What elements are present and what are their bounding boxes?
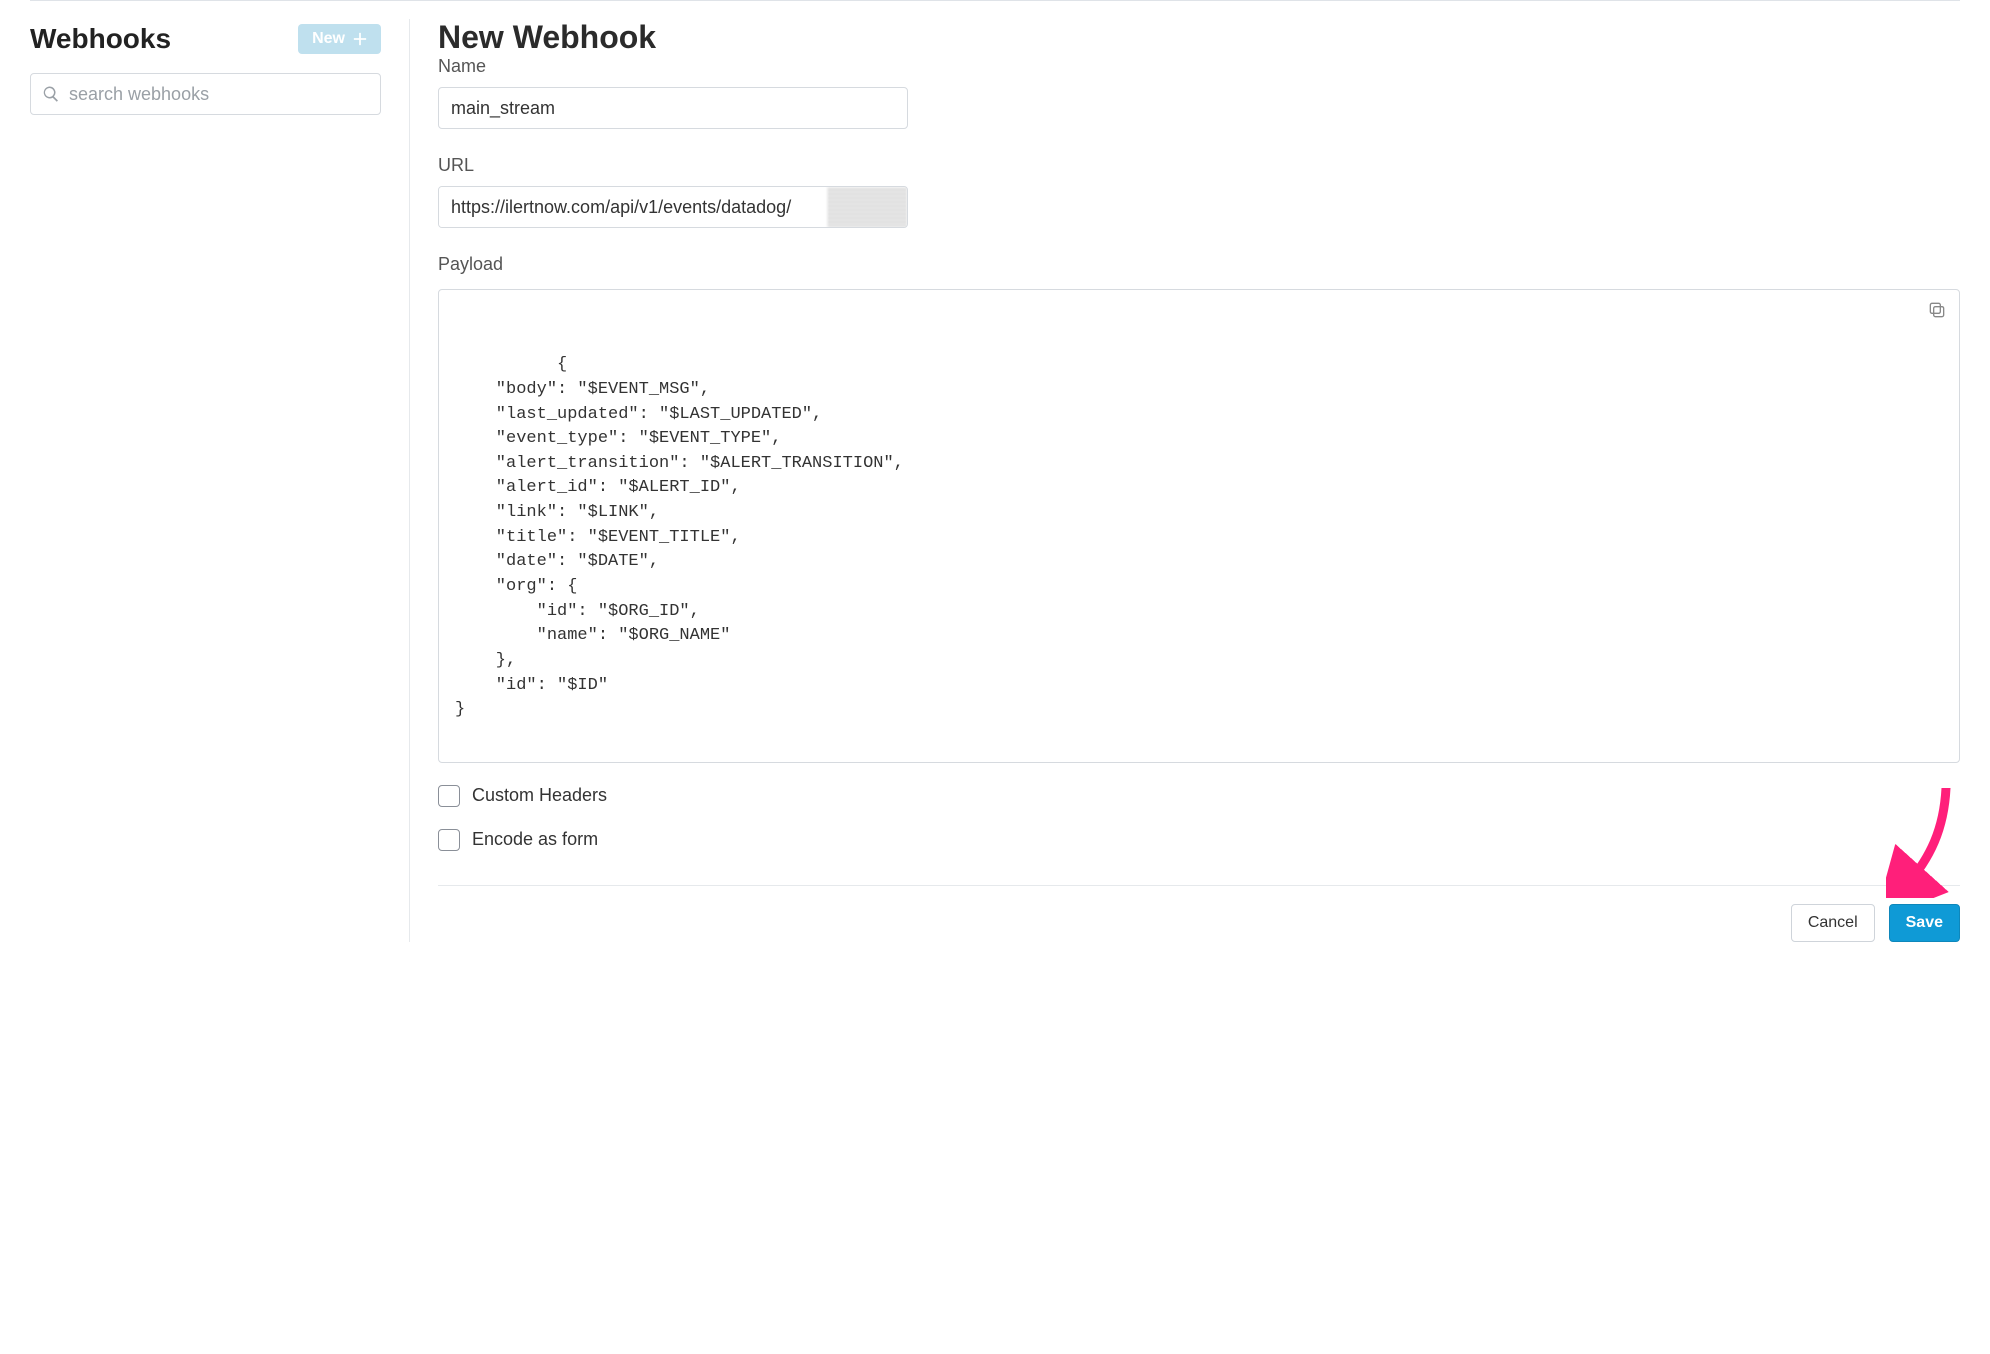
footer-divider xyxy=(438,885,1960,886)
url-input-wrap xyxy=(438,186,908,228)
top-divider xyxy=(30,0,1960,1)
encode-as-form-label: Encode as form xyxy=(472,829,598,850)
name-input[interactable] xyxy=(438,87,908,129)
name-label: Name xyxy=(438,56,1960,77)
custom-headers-label: Custom Headers xyxy=(472,785,607,806)
new-button-label: New xyxy=(312,30,345,48)
url-label: URL xyxy=(438,155,1960,176)
encode-as-form-row[interactable]: Encode as form xyxy=(438,829,1960,851)
new-webhook-button[interactable]: New xyxy=(298,24,381,54)
payload-textarea[interactable]: { "body": "$EVENT_MSG", "last_updated": … xyxy=(438,289,1960,763)
payload-label: Payload xyxy=(438,254,1960,275)
cancel-button[interactable]: Cancel xyxy=(1791,904,1875,942)
name-field: Name xyxy=(438,56,1960,129)
copy-icon[interactable] xyxy=(1927,300,1947,320)
page-title: New Webhook xyxy=(438,19,1960,56)
plus-icon xyxy=(353,32,367,46)
footer-actions: Cancel Save xyxy=(438,904,1960,942)
url-redacted-segment xyxy=(827,187,907,227)
encode-as-form-checkbox[interactable] xyxy=(438,829,460,851)
payload-content: { "body": "$EVENT_MSG", "last_updated": … xyxy=(455,355,904,719)
search-input[interactable] xyxy=(30,73,381,115)
custom-headers-checkbox[interactable] xyxy=(438,785,460,807)
sidebar: Webhooks New xyxy=(30,19,410,942)
payload-field: Payload { "body": "$EVENT_MSG", "last_up… xyxy=(438,254,1960,763)
save-button[interactable]: Save xyxy=(1889,904,1960,942)
sidebar-title: Webhooks xyxy=(30,23,171,55)
custom-headers-row[interactable]: Custom Headers xyxy=(438,785,1960,807)
url-input[interactable] xyxy=(439,187,827,227)
url-field: URL xyxy=(438,155,1960,228)
